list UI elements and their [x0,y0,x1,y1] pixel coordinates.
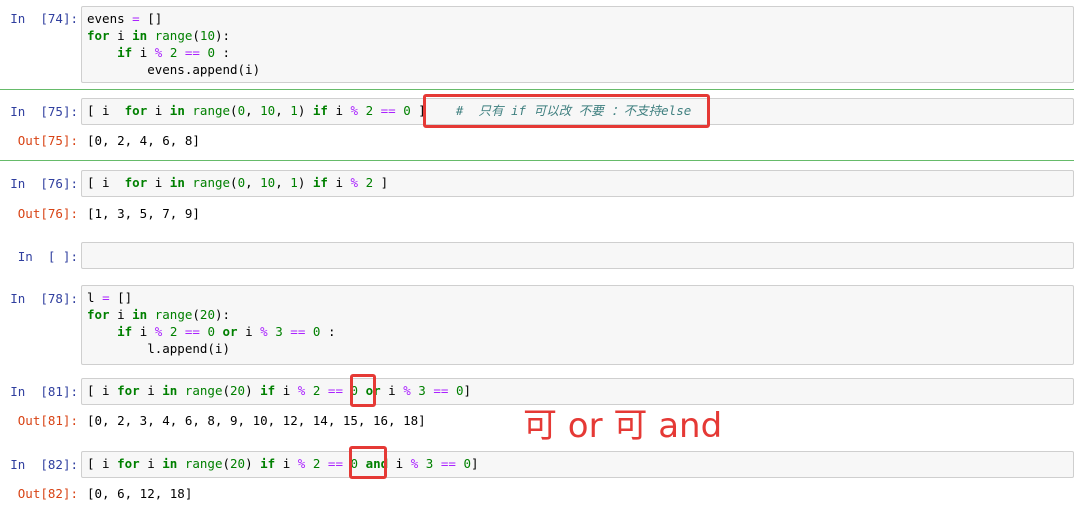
code-line: evens = [] [87,11,163,26]
cell-82-code: [ i for i in range(20) if i % 2 == 0 and… [87,456,479,471]
cell-78-in-prompt: In [78]: [10,291,78,306]
cell-empty-input[interactable] [81,242,1074,269]
annotation-text: 可 or 可 and [523,406,723,446]
code-line: l = [] [87,290,133,305]
cell-76-input[interactable]: [ i for i in range(0, 10, 1) if i % 2 ] [81,170,1074,197]
and-highlight-box [349,446,387,479]
cell-75-output: [0, 2, 4, 6, 8] [87,133,200,148]
cell-separator [0,89,1074,90]
cell-empty-in-prompt: In [ ]: [17,249,78,264]
cell-81-code: [ i for i in range(20) if i % 2 == 0 or … [87,383,471,398]
cell-81-input[interactable]: [ i for i in range(20) if i % 2 == 0 or … [81,378,1074,405]
cell-81-out-prompt: Out[81]: [17,413,78,428]
cell-76-code: [ i for i in range(0, 10, 1) if i % 2 ] [87,175,389,190]
cell-75-in-prompt: In [75]: [10,104,78,119]
cell-82-in-prompt: In [82]: [10,457,78,472]
cell-76-out-prompt: Out[76]: [17,206,78,221]
cell-78-input[interactable]: l = [] for i in range(20): if i % 2 == 0… [81,285,1074,365]
cell-82-input[interactable]: [ i for i in range(20) if i % 2 == 0 and… [81,451,1074,478]
code-line: if i % 2 == 0 : [117,45,231,60]
code-line: if i % 2 == 0 or i % 3 == 0 : [117,324,336,339]
cell-82-output: [0, 6, 12, 18] [87,486,193,501]
code-line: l.append(i) [87,341,230,356]
cell-74-input[interactable]: evens = [] for i in range(10): if i % 2 … [81,6,1074,83]
code-line: evens.append(i) [87,62,261,77]
code-line: for i in range(10): [87,28,231,43]
comment-highlight-box [423,94,710,128]
or-highlight-box [350,374,376,407]
cell-76-in-prompt: In [76]: [10,176,78,191]
cell-81-in-prompt: In [81]: [10,384,78,399]
code-line: for i in range(20): [87,307,231,322]
cell-75-out-prompt: Out[75]: [17,133,78,148]
cell-separator [0,160,1074,161]
cell-76-output: [1, 3, 5, 7, 9] [87,206,200,221]
cell-78-code: l = [] for i in range(20): if i % 2 == 0… [87,289,335,357]
cell-74-in-prompt: In [74]: [10,11,78,26]
cell-81-output: [0, 2, 3, 4, 6, 8, 9, 10, 12, 14, 15, 16… [87,413,426,428]
cell-74-code: evens = [] for i in range(10): if i % 2 … [87,10,260,78]
cell-82-out-prompt: Out[82]: [17,486,78,501]
